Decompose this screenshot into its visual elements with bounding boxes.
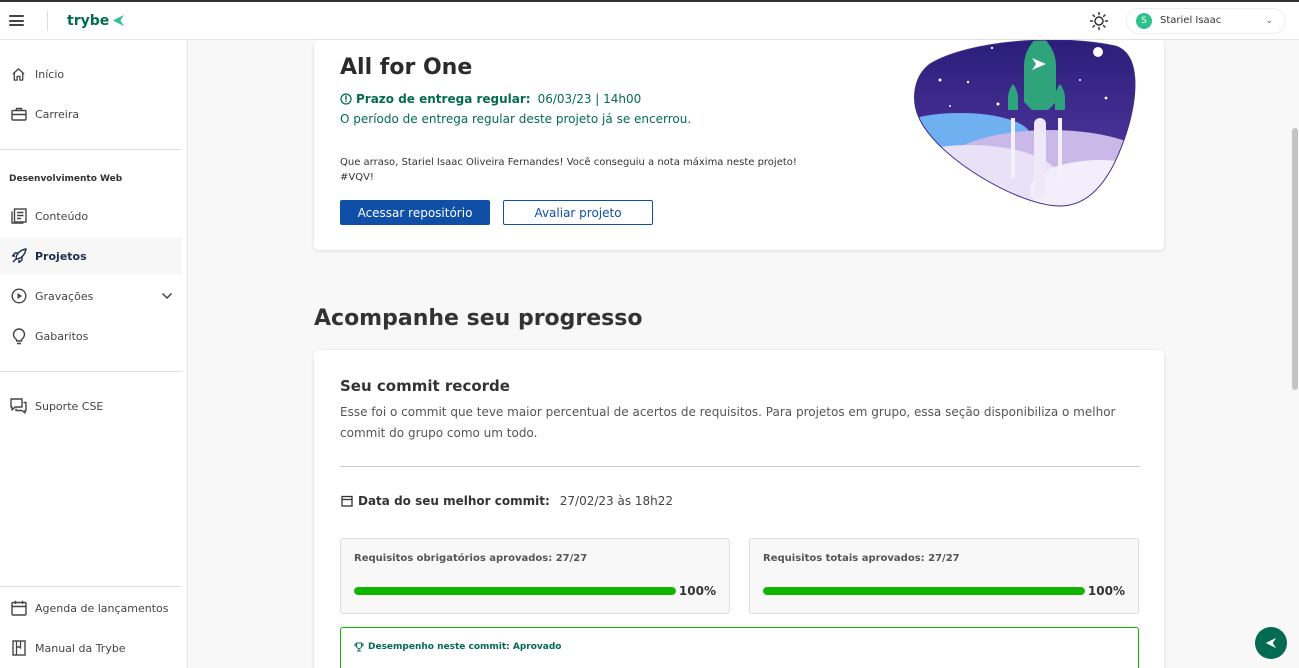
- divider: [47, 10, 48, 31]
- sidebar-item-label: Conteúdo: [35, 209, 89, 223]
- trybe-arrow-icon: [113, 14, 125, 27]
- deadline-label: Prazo de entrega regular:: [356, 92, 531, 106]
- commit-card-description: Esse foi o commit que teve maior percent…: [340, 405, 1116, 440]
- trybe-logo[interactable]: trybe: [67, 13, 125, 29]
- congrats-line: Que arraso, Stariel Isaac Oliveira Ferna…: [340, 157, 797, 168]
- content-icon: [10, 208, 27, 225]
- avatar: S: [1136, 12, 1152, 29]
- deadline-closed-text: O período de entrega regular deste proje…: [340, 112, 692, 126]
- lightbulb-icon: [10, 327, 27, 345]
- calendar-icon: [10, 600, 27, 617]
- sidebar-item-agenda[interactable]: Agenda de lançamentos: [0, 590, 181, 626]
- progress-section-title: Acompanhe seu progresso: [314, 306, 643, 331]
- calendar-icon: [341, 495, 353, 507]
- sidebar-item-label: Gravações: [35, 289, 94, 303]
- best-commit-value: 27/02/23 às 18h22: [559, 494, 674, 508]
- total-requirements-box: Requisitos totais aprovados: 27/27 100%: [749, 538, 1139, 614]
- top-bar: trybe S Stariel Isaac ⌄: [0, 0, 1299, 40]
- total-percent: 100%: [1087, 584, 1125, 598]
- progress-fill: [763, 587, 1085, 595]
- sidebar-item-label: Início: [35, 67, 65, 81]
- sidebar-item-label: Manual da Trybe: [35, 641, 126, 655]
- progress-fill: [354, 587, 676, 595]
- divider: [0, 371, 181, 372]
- deadline-info: Prazo de entrega regular: 06/03/23 | 14h…: [340, 92, 641, 106]
- chevron-down-icon[interactable]: [161, 290, 173, 303]
- scrollbar[interactable]: [1292, 128, 1298, 390]
- best-commit-label: Data do seu melhor commit:: [358, 494, 550, 508]
- project-title: All for One: [340, 55, 473, 80]
- sidebar-item-label: Carreira: [35, 107, 80, 121]
- section-label: Desenvolvimento Web: [9, 174, 123, 184]
- congrats-message: Que arraso, Stariel Isaac Oliveira Ferna…: [340, 155, 840, 185]
- rate-project-button[interactable]: Avaliar projeto: [503, 200, 653, 225]
- book-icon: [10, 640, 27, 657]
- chat-icon: [10, 398, 27, 415]
- home-icon: [10, 66, 27, 83]
- sidebar-item-projetos[interactable]: Projetos: [0, 238, 181, 274]
- deadline-value: 06/03/23 | 14h00: [537, 92, 642, 106]
- performance-text: Desempenho neste commit: Aprovado: [368, 642, 562, 652]
- user-menu[interactable]: S Stariel Isaac ⌄: [1126, 7, 1286, 34]
- sidebar-item-conteudo[interactable]: Conteúdo: [0, 198, 181, 234]
- congrats-hashtag: #VQV!: [340, 172, 374, 183]
- sidebar-item-label: Suporte CSE: [35, 399, 104, 413]
- menu-icon[interactable]: [9, 15, 24, 26]
- sidebar-item-suporte[interactable]: Suporte CSE: [0, 388, 181, 424]
- sidebar-item-inicio[interactable]: Início: [0, 56, 181, 92]
- user-name: Stariel Isaac: [1160, 15, 1222, 26]
- mandatory-requirements-box: Requisitos obrigatórios aprovados: 27/27…: [340, 538, 730, 614]
- sidebar-item-carreira[interactable]: Carreira: [0, 96, 181, 132]
- mandatory-percent: 100%: [678, 584, 716, 598]
- sidebar: Início Carreira Desenvolvimento Web Cont…: [0, 40, 188, 668]
- trybe-arrow-icon: [1265, 637, 1277, 649]
- total-progress-bar: [763, 587, 1085, 595]
- clock-icon: [340, 93, 352, 105]
- total-requirements-label: Requisitos totais aprovados: 27/27: [763, 553, 960, 564]
- best-commit-info: Data do seu melhor commit: 27/02/23 às 1…: [341, 494, 673, 508]
- project-card: All for One Prazo de entrega regular: 06…: [314, 40, 1164, 250]
- sidebar-item-label: Gabaritos: [35, 329, 89, 343]
- sidebar-item-label: Agenda de lançamentos: [35, 601, 169, 615]
- sidebar-item-manual[interactable]: Manual da Trybe: [0, 630, 181, 666]
- divider: [0, 586, 181, 587]
- brand-name: trybe: [67, 12, 110, 29]
- trophy-icon: [354, 642, 364, 652]
- divider: [340, 466, 1140, 467]
- sidebar-item-gabaritos[interactable]: Gabaritos: [0, 318, 181, 354]
- theme-toggle-icon[interactable]: [1089, 11, 1109, 31]
- rocket-icon: [10, 248, 27, 265]
- commit-card-title: Seu commit recorde: [340, 377, 510, 395]
- mandatory-requirements-label: Requisitos obrigatórios aprovados: 27/27: [354, 553, 588, 564]
- trybe-assistant-button[interactable]: [1255, 627, 1287, 659]
- performance-status: Desempenho neste commit: Aprovado: [354, 642, 562, 652]
- sidebar-item-label: Projetos: [35, 249, 87, 263]
- chevron-down-icon: ⌄: [1265, 15, 1273, 26]
- rocket-illustration: [914, 40, 1136, 207]
- performance-box: Desempenho neste commit: Aprovado: [340, 627, 1139, 668]
- sidebar-item-gravacoes[interactable]: Gravações: [0, 278, 181, 314]
- briefcase-icon: [10, 106, 27, 123]
- divider: [0, 149, 181, 150]
- repository-button[interactable]: Acessar repositório: [340, 200, 490, 225]
- play-icon: [10, 288, 27, 305]
- commit-record-card: Seu commit recorde Esse foi o commit que…: [314, 350, 1164, 668]
- mandatory-progress-bar: [354, 587, 676, 595]
